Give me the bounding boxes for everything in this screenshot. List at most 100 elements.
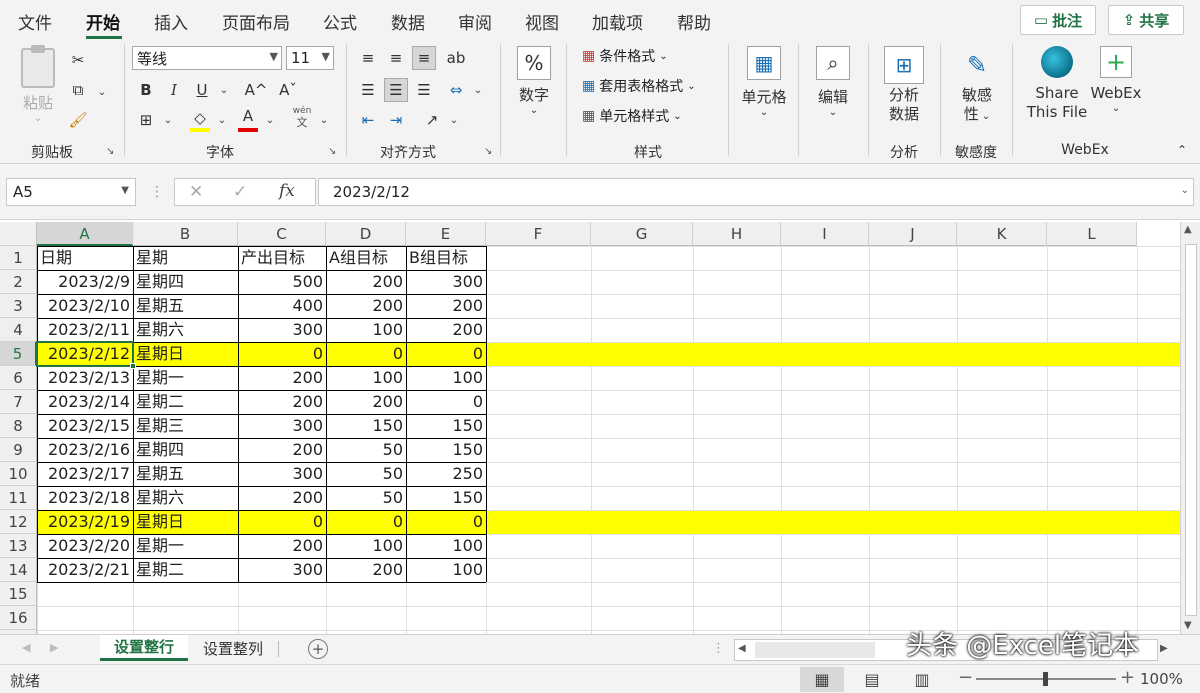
insert-function-icon[interactable]: fx xyxy=(279,181,295,201)
conditional-format-button[interactable]: ▦ 条件格式 ⌄ xyxy=(582,46,668,66)
text-direction-icon[interactable]: ↗ xyxy=(420,108,444,132)
drag-handle-icon[interactable]: ⋮ xyxy=(150,184,164,200)
borders-dropdown-icon[interactable]: ⌄ xyxy=(156,108,180,132)
row-header-1[interactable]: 1 xyxy=(0,246,37,270)
table-cell[interactable]: 星期日 xyxy=(133,510,238,534)
table-cell[interactable]: 星期四 xyxy=(133,438,238,462)
column-header-d[interactable]: D xyxy=(326,222,406,246)
table-cell[interactable]: 200 xyxy=(326,390,406,414)
fill-handle[interactable] xyxy=(130,363,136,369)
table-header-cell[interactable]: B组目标 xyxy=(406,246,486,270)
cancel-icon[interactable]: ✕ xyxy=(189,182,203,202)
table-cell[interactable]: 2023/2/16 xyxy=(37,438,133,462)
scroll-left-icon[interactable]: ◀ xyxy=(738,643,746,654)
table-cell[interactable]: 50 xyxy=(326,486,406,510)
table-cell[interactable]: 100 xyxy=(406,558,486,582)
column-header-g[interactable]: G xyxy=(591,222,693,246)
table-cell[interactable]: 50 xyxy=(326,462,406,486)
paste-button[interactable]: 粘贴 ⌄ xyxy=(16,45,60,124)
align-right-icon[interactable]: ☰ xyxy=(412,78,436,102)
table-cell[interactable]: 200 xyxy=(238,390,326,414)
align-center-icon[interactable]: ☰ xyxy=(384,78,408,102)
menu-insert[interactable]: 插入 xyxy=(154,9,188,34)
zoom-level[interactable]: 100% xyxy=(1140,670,1183,688)
table-cell[interactable]: 2023/2/14 xyxy=(37,390,133,414)
menu-view[interactable]: 视图 xyxy=(525,9,559,34)
align-middle-icon[interactable]: ≡ xyxy=(384,46,408,70)
row-header-15[interactable]: 15 xyxy=(0,582,37,606)
table-cell[interactable]: 200 xyxy=(326,294,406,318)
sheet-tab-columns[interactable]: 设置整列 xyxy=(190,635,276,661)
row-header-14[interactable]: 14 xyxy=(0,558,37,582)
table-cell[interactable]: 星期一 xyxy=(133,534,238,558)
font-color-icon[interactable]: A xyxy=(236,104,260,128)
table-cell[interactable]: 100 xyxy=(326,366,406,390)
column-header-l[interactable]: L xyxy=(1047,222,1137,246)
grow-font-button[interactable]: A^ xyxy=(244,78,268,102)
table-cell[interactable]: 200 xyxy=(406,294,486,318)
sheet-tab-rows[interactable]: 设置整行 xyxy=(100,635,188,661)
scroll-right-icon[interactable]: ▶ xyxy=(1160,643,1168,654)
column-header-e[interactable]: E xyxy=(406,222,486,246)
table-cell[interactable]: 300 xyxy=(238,414,326,438)
table-header-cell[interactable]: 日期 xyxy=(37,246,133,270)
table-cell[interactable]: 400 xyxy=(238,294,326,318)
table-cell[interactable]: 50 xyxy=(326,438,406,462)
underline-button[interactable]: U xyxy=(190,78,214,102)
table-cell[interactable]: 150 xyxy=(406,486,486,510)
table-cell[interactable]: 250 xyxy=(406,462,486,486)
row-header-3[interactable]: 3 xyxy=(0,294,37,318)
column-header-b[interactable]: B xyxy=(133,222,238,246)
phonetic-dropdown-icon[interactable]: ⌄ xyxy=(312,108,336,132)
table-cell[interactable]: 2023/2/21 xyxy=(37,558,133,582)
column-header-i[interactable]: I xyxy=(781,222,869,246)
table-cell[interactable]: 0 xyxy=(406,342,486,366)
merge-dropdown-icon[interactable]: ⌄ xyxy=(466,78,490,102)
share-button[interactable]: ⇪ 共享 xyxy=(1108,5,1184,35)
table-cell[interactable]: 150 xyxy=(406,414,486,438)
row-header-7[interactable]: 7 xyxy=(0,390,37,414)
table-cell[interactable]: 200 xyxy=(326,270,406,294)
table-cell[interactable]: 0 xyxy=(238,342,326,366)
table-cell[interactable]: 0 xyxy=(326,342,406,366)
table-cell[interactable]: 300 xyxy=(238,558,326,582)
table-cell[interactable]: 100 xyxy=(406,534,486,558)
row-header-4[interactable]: 4 xyxy=(0,318,37,342)
alignment-launcher-icon[interactable]: ↘ xyxy=(484,146,492,157)
name-box[interactable]: A5 ▼ xyxy=(6,178,136,206)
table-cell[interactable]: 300 xyxy=(238,462,326,486)
align-left-icon[interactable]: ☰ xyxy=(356,78,380,102)
cell-styles-button[interactable]: ▦ 单元格样式 ⌄ xyxy=(582,106,682,126)
editing-button[interactable]: ⌕ 编辑 ⌄ xyxy=(808,46,858,118)
menu-addins[interactable]: 加载项 xyxy=(592,9,643,34)
table-cell[interactable]: 200 xyxy=(326,558,406,582)
number-format-button[interactable]: % 数字 ⌄ xyxy=(512,46,556,116)
row-header-5[interactable]: 5 xyxy=(0,342,37,366)
menu-file[interactable]: 文件 xyxy=(18,9,52,34)
table-cell[interactable]: 2023/2/18 xyxy=(37,486,133,510)
collapse-ribbon-icon[interactable]: ⌃ xyxy=(1170,138,1194,162)
row-header-12[interactable]: 12 xyxy=(0,510,37,534)
merge-center-icon[interactable]: ⇔ xyxy=(444,78,468,102)
column-header-f[interactable]: F xyxy=(486,222,591,246)
table-cell[interactable]: 星期六 xyxy=(133,486,238,510)
table-cell[interactable]: 0 xyxy=(406,510,486,534)
menu-data[interactable]: 数据 xyxy=(391,9,425,34)
column-header-a[interactable]: A xyxy=(37,222,133,246)
add-sheet-icon[interactable]: + xyxy=(308,639,328,659)
normal-view-icon[interactable]: ▦ xyxy=(800,667,844,692)
enter-icon[interactable]: ✓ xyxy=(233,182,247,202)
table-cell[interactable]: 0 xyxy=(326,510,406,534)
table-cell[interactable]: 2023/2/17 xyxy=(37,462,133,486)
table-cell[interactable]: 2023/2/20 xyxy=(37,534,133,558)
table-cell[interactable]: 2023/2/10 xyxy=(37,294,133,318)
row-header-16[interactable]: 16 xyxy=(0,606,37,630)
row-header-8[interactable]: 8 xyxy=(0,414,37,438)
zoom-slider-thumb[interactable] xyxy=(1043,672,1048,686)
fill-color-dropdown-icon[interactable]: ⌄ xyxy=(210,108,234,132)
font-color-dropdown-icon[interactable]: ⌄ xyxy=(258,108,282,132)
table-cell[interactable]: 星期二 xyxy=(133,558,238,582)
table-cell[interactable]: 2023/2/9 xyxy=(37,270,133,294)
format-as-table-button[interactable]: ▦ 套用表格格式 ⌄ xyxy=(582,76,696,96)
menu-formulas[interactable]: 公式 xyxy=(323,9,357,34)
